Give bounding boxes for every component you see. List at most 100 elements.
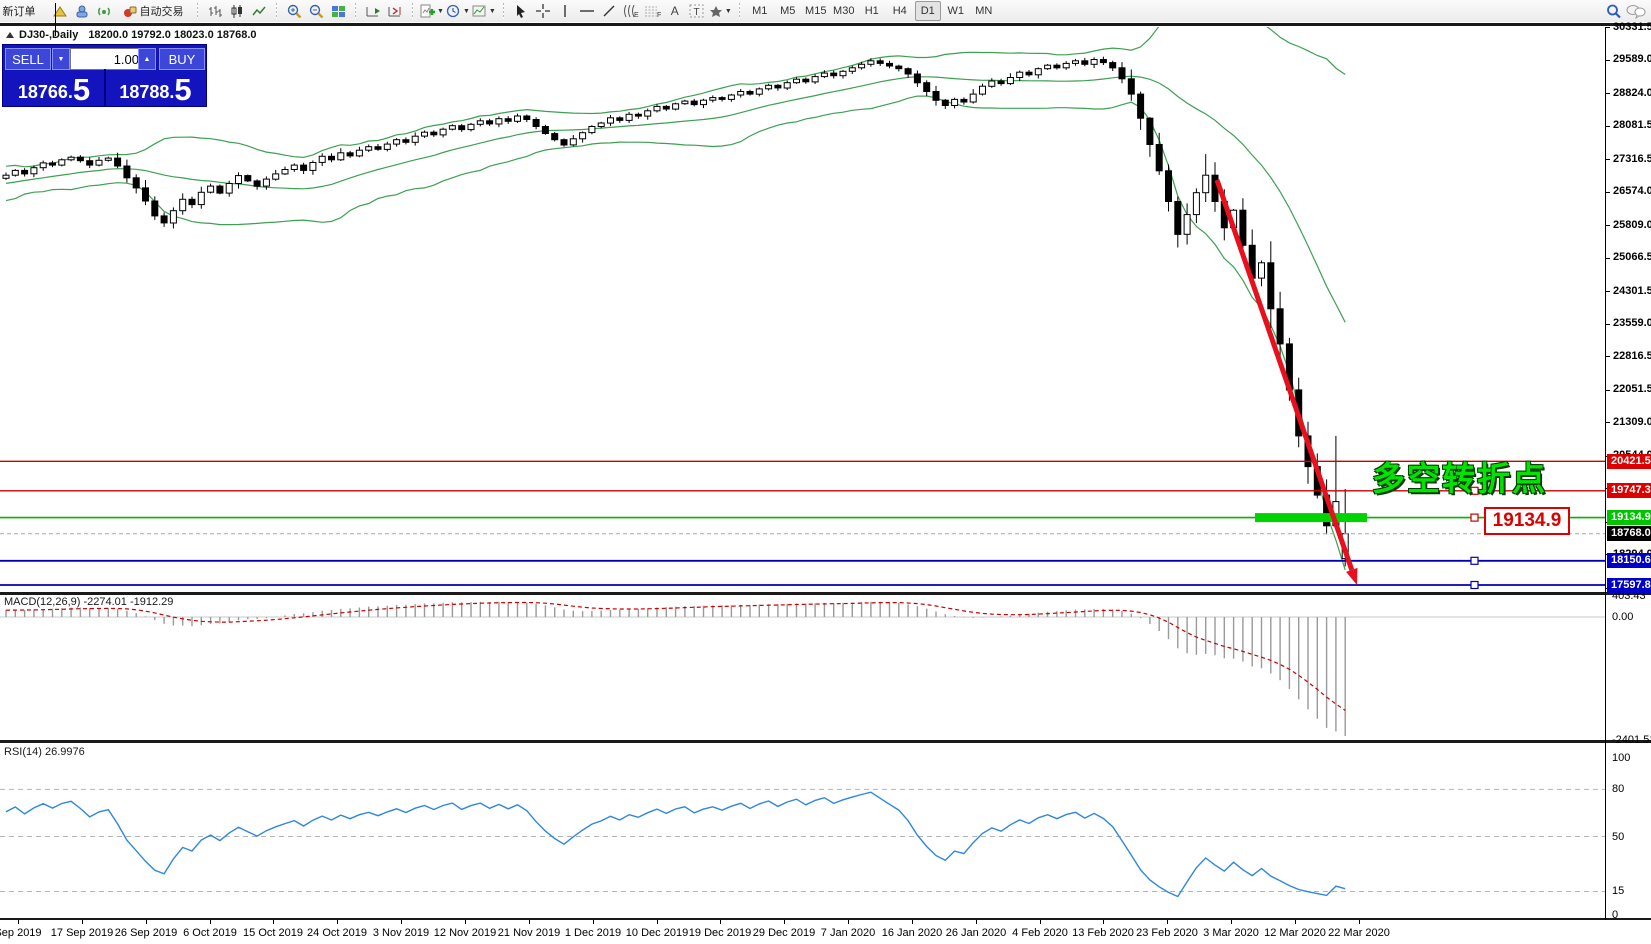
fibonacci-icon[interactable]: E	[621, 1, 641, 21]
sell-price[interactable]: 18766. 5	[5, 71, 103, 105]
zoom-out-icon[interactable]	[306, 1, 326, 21]
date-axis-label[interactable]: 4 Feb 2020	[1012, 927, 1068, 939]
date-axis-label[interactable]: 12 Mar 2020	[1264, 927, 1326, 939]
horizontal-line-icon[interactable]	[577, 1, 597, 21]
timeframe-button-M5[interactable]: M5	[775, 1, 801, 21]
volume-input[interactable]	[70, 48, 144, 70]
tile-windows-icon[interactable]	[328, 1, 348, 21]
price-tick	[1605, 93, 1610, 94]
date-axis-label[interactable]: 3 Mar 2020	[1203, 927, 1259, 939]
timeframe-button-H4[interactable]: H4	[887, 1, 913, 21]
chart-shift-icon[interactable]	[385, 1, 405, 21]
vertical-line-icon[interactable]	[555, 1, 575, 21]
price-tick	[1605, 258, 1610, 259]
line-chart-mode-icon[interactable]	[249, 1, 269, 21]
sell-button[interactable]: SELL	[5, 48, 51, 70]
auto-scroll-icon[interactable]	[363, 1, 383, 21]
buy-button[interactable]: BUY	[159, 48, 205, 70]
toolbar-separator	[355, 3, 356, 19]
date-axis-label[interactable]: 26 Jan 2020	[946, 927, 1007, 939]
date-axis-label[interactable]: 6 Oct 2019	[183, 927, 237, 939]
crosshair-icon[interactable]	[533, 1, 553, 21]
date-axis-label[interactable]: 3 Nov 2019	[373, 927, 429, 939]
timeframe-button-W1[interactable]: W1	[943, 1, 969, 21]
date-axis-label[interactable]: 12 Nov 2019	[434, 927, 496, 939]
date-axis-label[interactable]: 15 Oct 2019	[243, 927, 303, 939]
toolbar-separator	[412, 3, 413, 19]
date-axis-label[interactable]: 22 Mar 2020	[1328, 927, 1390, 939]
price-callout-box[interactable]: 19134.9	[1484, 507, 1570, 535]
history-center-icon[interactable]	[50, 1, 70, 21]
date-axis-label[interactable]: 13 Feb 2020	[1072, 927, 1134, 939]
date-tick	[82, 920, 83, 924]
timeframe-button-H1[interactable]: H1	[859, 1, 885, 21]
price-tick	[1605, 422, 1610, 423]
date-axis-label[interactable]: Sep 2019	[0, 927, 42, 939]
search-icon[interactable]	[1604, 1, 1624, 21]
date-axis-label[interactable]: 21 Nov 2019	[498, 927, 560, 939]
timeframe-button-D1[interactable]: D1	[915, 1, 941, 21]
date-axis-label[interactable]: 24 Oct 2019	[307, 927, 367, 939]
price-badge-18150.6: 18150.6	[1607, 553, 1651, 568]
chevron-down-icon: ▼	[489, 8, 496, 15]
date-axis-label[interactable]: 26 Sep 2019	[115, 927, 177, 939]
timeframe-button-M30[interactable]: M30	[831, 1, 857, 21]
price-badge-18768.0: 18768.0	[1607, 526, 1651, 541]
bar-chart-mode-icon[interactable]	[205, 1, 225, 21]
auto-trading-button[interactable]: 自动交易	[116, 1, 190, 21]
price-tick-label: 26574.0	[1613, 185, 1651, 197]
price-tick-label: 25809.0	[1613, 219, 1651, 231]
timeframe-button-M1[interactable]: M1	[747, 1, 773, 21]
price-tick	[1605, 324, 1610, 325]
date-axis-label[interactable]: 1 Dec 2019	[565, 927, 621, 939]
main-chart-pane	[0, 27, 1606, 592]
chart-marker-icon	[6, 32, 14, 38]
chat-icon[interactable]	[1626, 1, 1646, 21]
timeframe-button-M15[interactable]: M15	[803, 1, 829, 21]
date-axis-label[interactable]: 19 Dec 2019	[689, 927, 751, 939]
pane-separator[interactable]	[0, 740, 1651, 743]
price-tick	[1605, 225, 1610, 226]
text-tool-icon[interactable]: A	[665, 1, 685, 21]
shapes-button[interactable]: ▼	[709, 1, 732, 21]
auto-trading-label: 自动交易	[140, 3, 184, 19]
candlestick-mode-icon[interactable]	[227, 1, 247, 21]
cursor-icon[interactable]	[511, 1, 531, 21]
pane-separator	[0, 918, 1651, 920]
text-label-icon[interactable]: T	[687, 1, 707, 21]
indicators-button[interactable]: ▼	[420, 1, 444, 21]
turning-point-annotation[interactable]: 多空转折点	[1372, 452, 1547, 500]
date-tick	[210, 920, 211, 924]
rsi-pane	[0, 744, 1606, 918]
price-badge-19747.3: 19747.3	[1607, 483, 1651, 498]
trendline-icon[interactable]	[599, 1, 619, 21]
chart-title: DJ30-,Daily 18200.0 19792.0 18023.0 1876…	[6, 29, 257, 41]
periods-button[interactable]: ▼	[446, 1, 470, 21]
date-tick	[912, 920, 913, 924]
price-badge-20421.5: 20421.5	[1607, 454, 1651, 469]
svg-text:E: E	[634, 12, 639, 18]
fibo-grid-icon[interactable]: F	[643, 1, 663, 21]
templates-button[interactable]: ▼	[472, 1, 496, 21]
price-tick	[1605, 27, 1610, 28]
signals-icon[interactable]	[94, 1, 114, 21]
date-axis-label[interactable]: 10 Dec 2019	[626, 927, 688, 939]
price-badge-19134.9: 19134.9	[1607, 510, 1651, 525]
profile-icon[interactable]	[72, 1, 92, 21]
timeframe-button-MN[interactable]: MN	[971, 1, 997, 21]
price-tick-label: 22816.5	[1613, 350, 1651, 362]
zoom-in-icon[interactable]	[284, 1, 304, 21]
volume-decrease-button[interactable]: ▼	[52, 48, 70, 70]
date-axis-label[interactable]: 17 Sep 2019	[51, 927, 113, 939]
rsi-indicator-label: RSI(14) 26.9976	[4, 746, 85, 758]
price-tick-label: 23559.0	[1613, 317, 1651, 329]
date-axis-label[interactable]: 7 Jan 2020	[821, 927, 875, 939]
date-axis-label[interactable]: 29 Dec 2019	[753, 927, 815, 939]
buy-price[interactable]: 18788. 5	[107, 71, 204, 105]
date-axis-label[interactable]: 16 Jan 2020	[882, 927, 943, 939]
date-axis-label[interactable]: 23 Feb 2020	[1136, 927, 1198, 939]
svg-text:T: T	[694, 7, 700, 18]
pane-separator[interactable]	[0, 592, 1651, 595]
new-order-button[interactable]: 新订单	[0, 1, 48, 21]
volume-increase-button[interactable]: ▲	[138, 48, 156, 70]
